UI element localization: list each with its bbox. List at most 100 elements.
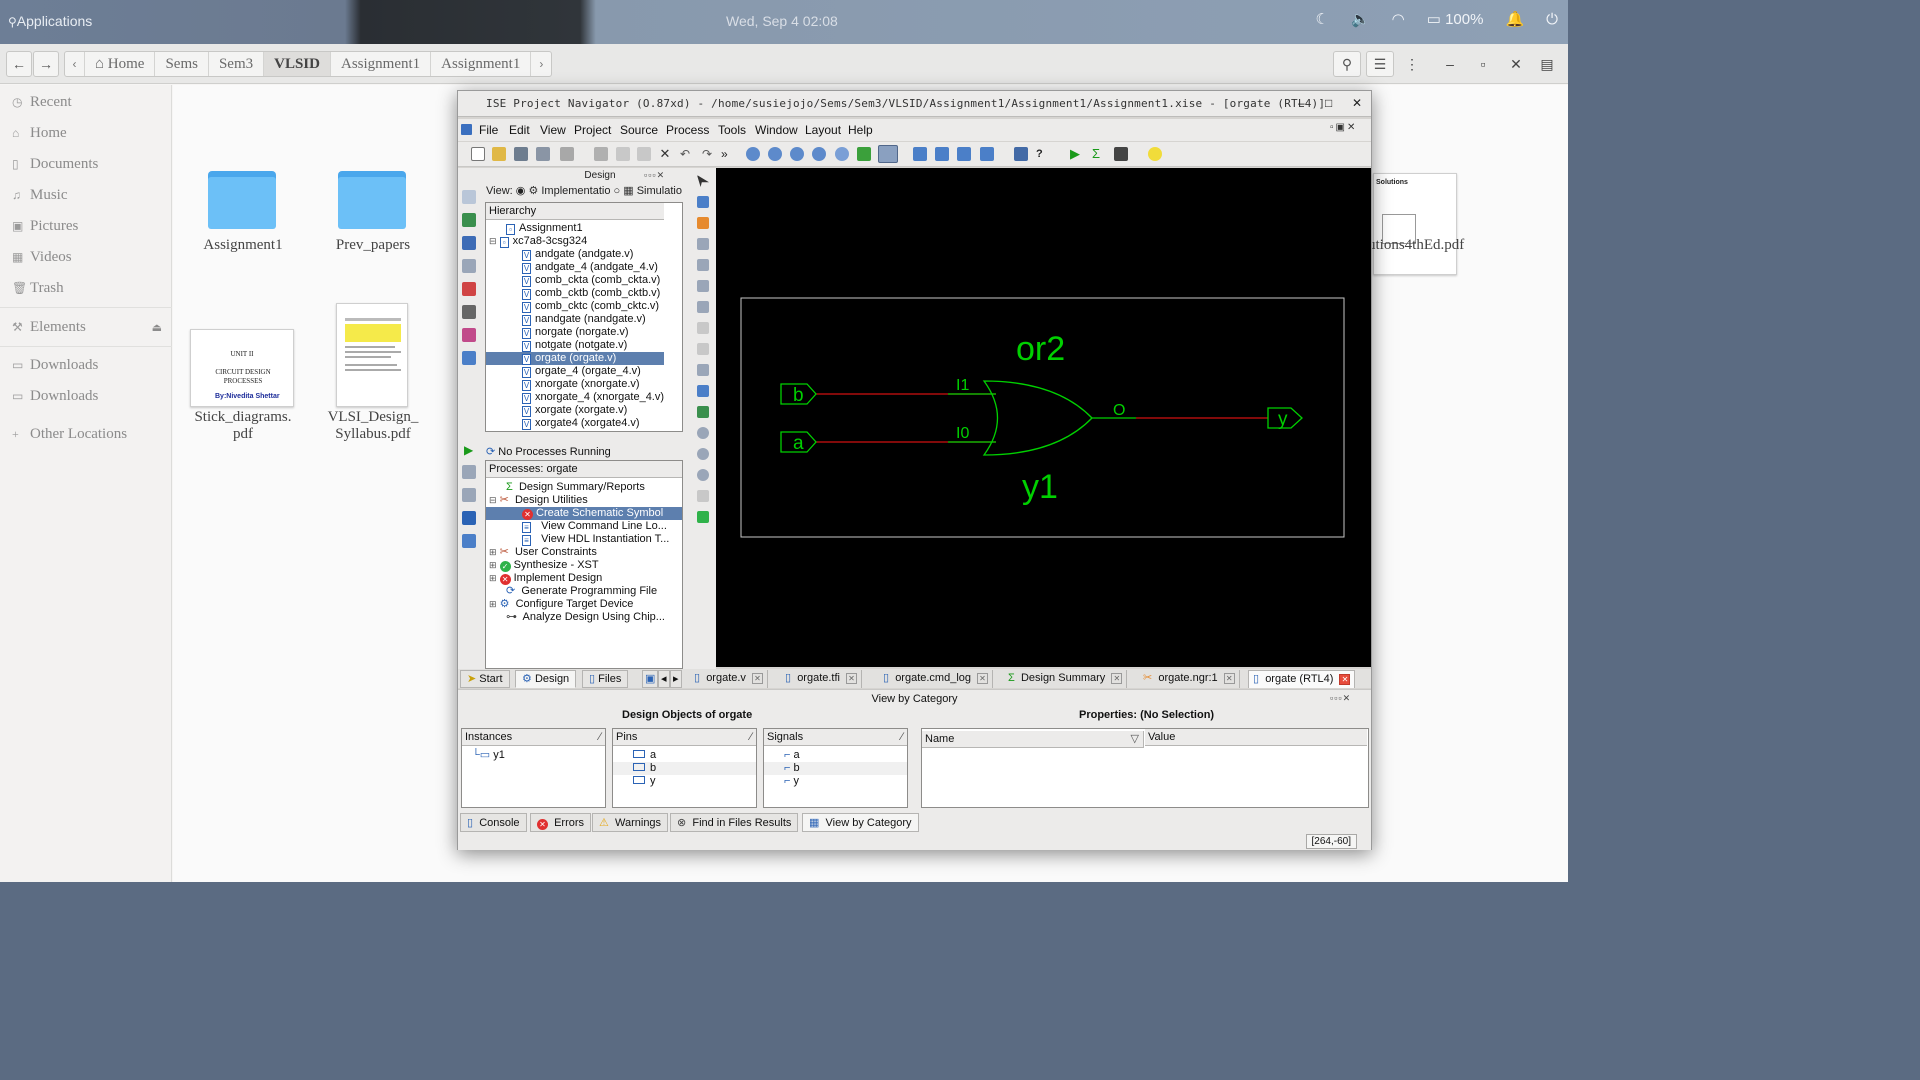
clock[interactable]: Wed, Sep 4 02:08 xyxy=(726,13,838,29)
tab-find-in-files[interactable]: ⊗ Find in Files Results xyxy=(670,813,799,832)
nav-forward-icon[interactable] xyxy=(697,448,709,460)
file-label-solutions[interactable]: utions4thEd.pdf xyxy=(1368,237,1488,254)
process-item[interactable]: ⊞ ✓ Synthesize - XST xyxy=(489,559,599,572)
pdf-thumbnail[interactable]: Solutions xyxy=(1373,173,1457,275)
close-tab-icon[interactable]: ✕ xyxy=(1111,673,1123,684)
tab-orgate-tfi[interactable]: ▯ orgate.tfi ✕ xyxy=(781,670,862,688)
instance-item[interactable]: └▭ y1 xyxy=(472,749,505,762)
maximize-button[interactable]: ▫ xyxy=(1469,51,1497,77)
expand-icon[interactable] xyxy=(462,465,476,479)
search-button[interactable]: ⚲ xyxy=(1333,51,1361,77)
sort-icon[interactable]: ∕ xyxy=(901,729,903,745)
tree-source[interactable]: Vcomb_ckta (comb_ckta.v) xyxy=(522,274,660,287)
implementation-label[interactable]: Implementatio xyxy=(541,185,610,197)
crumb-assignment1-inner[interactable]: Assignment1 xyxy=(431,52,532,76)
grid-icon[interactable] xyxy=(697,322,709,334)
tab-libraries[interactable]: ▣ xyxy=(642,670,659,688)
simulation-label[interactable]: Simulatio xyxy=(637,185,682,197)
properties-icon[interactable] xyxy=(462,305,476,319)
pane-controls[interactable]: ▫▫▫✕ xyxy=(644,170,665,181)
tab-orgate-ngr[interactable]: ✂ orgate.ngr:1 ✕ xyxy=(1139,670,1240,688)
process-item-selected[interactable]: ✕ Create Schematic Symbol xyxy=(486,507,682,520)
folder-icon[interactable] xyxy=(208,171,276,229)
file-label-stick-diagrams[interactable]: Stick_diagrams. pdf xyxy=(183,409,303,443)
close-tab-icon[interactable]: ✕ xyxy=(751,673,763,684)
process-item[interactable]: ⊟ ✂ Design Utilities xyxy=(489,494,588,507)
schematic-canvas[interactable]: b a I1 I0 O or2 y1 y xyxy=(716,168,1371,667)
zoom-area-icon[interactable] xyxy=(812,147,826,161)
tab-orgate-rtl4[interactable]: ▯ orgate (RTL4) ✕ xyxy=(1248,670,1356,688)
tab-view-by-category[interactable]: ▦ View by Category xyxy=(802,813,919,832)
process-item[interactable]: Σ Design Summary/Reports xyxy=(506,481,645,494)
snap-icon[interactable] xyxy=(697,343,709,355)
sidebar-item-other-locations[interactable]: + Other Locations xyxy=(12,426,127,443)
zoom-select-icon[interactable] xyxy=(835,147,849,161)
save-icon[interactable] xyxy=(514,147,528,161)
process-item[interactable]: ⟳ Generate Programming File xyxy=(506,585,657,598)
run-icon[interactable]: ▶ xyxy=(1070,147,1084,161)
tree-source[interactable]: Vxnorgate (xnorgate.v) xyxy=(522,378,640,391)
tab-orgate-v[interactable]: ▯ orgate.v ✕ xyxy=(690,670,768,688)
crumb-left-arrow[interactable]: ‹ xyxy=(65,52,85,76)
implementation-radio[interactable]: ◉ xyxy=(516,185,526,197)
menu-tools[interactable]: Tools xyxy=(718,123,746,137)
tree-project[interactable]: ▫ Assignment1 xyxy=(506,222,583,235)
add-wire-icon[interactable] xyxy=(697,301,709,313)
pins-header[interactable]: Pins ∕ xyxy=(613,729,756,746)
close-tab-icon[interactable]: ✕ xyxy=(1223,673,1235,684)
tile-horizontal-icon[interactable] xyxy=(935,147,949,161)
close-tab-icon[interactable]: ✕ xyxy=(977,673,989,684)
signal-item[interactable]: ⌐ b xyxy=(764,762,907,775)
menu-window[interactable]: Window xyxy=(755,123,798,137)
zoom-in-icon[interactable] xyxy=(746,147,760,161)
undo-icon[interactable]: ↶ xyxy=(680,147,694,161)
tab-design-summary[interactable]: Σ Design Summary ✕ xyxy=(1004,670,1128,688)
signals-header[interactable]: Signals ∕ xyxy=(764,729,907,746)
applications-menu[interactable]: ⚲Applications xyxy=(8,13,92,29)
schematic-tool-icon[interactable] xyxy=(697,196,709,208)
forward-icon[interactable] xyxy=(697,238,709,250)
tab-console[interactable]: ▯ Console xyxy=(460,813,527,832)
sidebar-item-downloads[interactable]: ▭ Downloads xyxy=(12,357,98,374)
process-item[interactable]: ⊶ Analyze Design Using Chip... xyxy=(506,611,665,624)
filter-icon[interactable]: ▽ xyxy=(1131,731,1139,747)
instances-header[interactable]: Instances ∕ xyxy=(462,729,605,746)
crumb-sems[interactable]: Sems xyxy=(155,52,209,76)
sidebar-item-music[interactable]: ♫ Music xyxy=(12,187,68,204)
ise-maximize-button[interactable]: □ xyxy=(1325,96,1332,110)
tab-files[interactable]: ▯ Files xyxy=(582,670,629,688)
process-tool-icon[interactable] xyxy=(462,511,476,525)
label-icon[interactable] xyxy=(697,385,709,397)
menu-view[interactable]: View xyxy=(540,123,566,137)
forward-button[interactable]: → xyxy=(33,51,59,77)
zoom-out-icon[interactable] xyxy=(768,147,782,161)
settings-icon[interactable] xyxy=(1014,147,1028,161)
tree-source[interactable]: Vnotgate (notgate.v) xyxy=(522,339,627,352)
menu-source[interactable]: Source xyxy=(620,123,658,137)
pdf-thumbnail[interactable]: UNIT II CIRCUIT DESIGN PROCESSES By:Nive… xyxy=(190,329,294,407)
eject-icon[interactable]: ⏏ xyxy=(152,321,162,334)
pop-icon[interactable] xyxy=(697,469,709,481)
ise-close-button[interactable]: ✕ xyxy=(1352,96,1362,110)
new-file-icon[interactable] xyxy=(471,147,485,161)
mdi-controls[interactable]: ▫▣✕ xyxy=(1330,122,1357,133)
tab-design[interactable]: ⚙ Design xyxy=(515,670,577,688)
view-icon[interactable] xyxy=(462,351,476,365)
tree-source[interactable]: Vorgate_4 (orgate_4.v) xyxy=(522,365,641,378)
pins-list[interactable]: Pins ∕ a b y xyxy=(612,728,757,808)
menu-project[interactable]: Project xyxy=(574,123,611,137)
tab-errors[interactable]: ✕ Errors xyxy=(530,813,592,832)
copy-icon[interactable] xyxy=(616,147,630,161)
expand-instance-icon[interactable] xyxy=(697,217,709,229)
menu-process[interactable]: Process xyxy=(666,123,709,137)
pdf-thumbnail[interactable] xyxy=(336,303,408,407)
zoom-fit-icon[interactable] xyxy=(790,147,804,161)
tree-source[interactable]: Vnandgate (nandgate.v) xyxy=(522,313,646,326)
tree-source[interactable]: Vxorgate (xorgate.v) xyxy=(522,404,627,417)
pin-item[interactable]: b xyxy=(613,762,756,775)
tree-device[interactable]: ⊟ ▫ xc7a8-3csg324 xyxy=(489,235,587,248)
view-toggle-button[interactable]: ☰ xyxy=(1366,51,1394,77)
tab-start[interactable]: ➤ Start xyxy=(460,670,510,688)
sum-icon[interactable]: Σ xyxy=(1092,147,1106,161)
ise-minimize-button[interactable]: – xyxy=(1298,96,1305,110)
